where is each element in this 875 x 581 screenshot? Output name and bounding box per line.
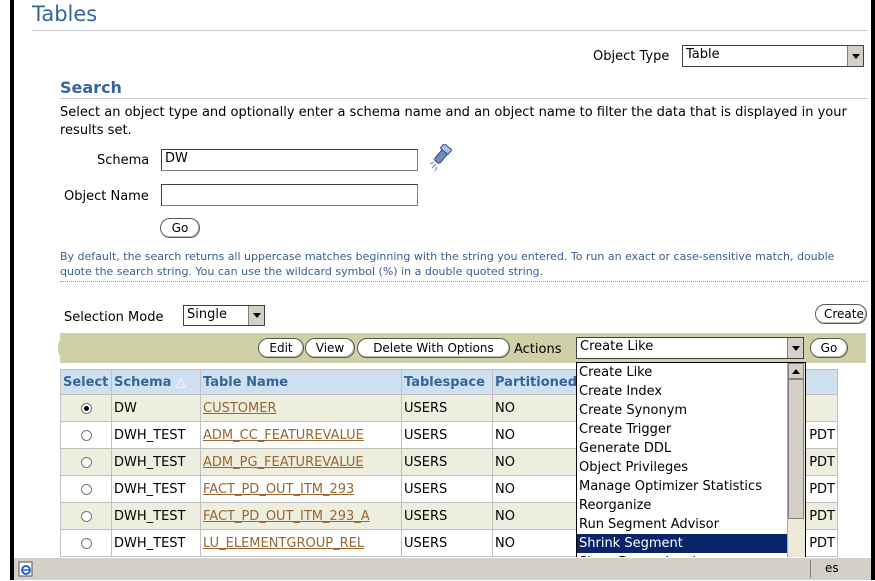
dropdown-option[interactable]: Manage Optimizer Statistics [577, 477, 787, 496]
object-type-select[interactable]: Table [682, 45, 864, 67]
dropdown-option[interactable]: Create Like [577, 363, 787, 382]
dropdown-option[interactable]: Generate DDL [577, 439, 787, 458]
schema-cell: DWH_TEST [111, 529, 201, 557]
object-name-input[interactable] [161, 184, 418, 206]
selection-mode-label: Selection Mode [64, 310, 164, 325]
header-tablespace[interactable]: Tablespace [401, 369, 493, 395]
actions-select-value: Create Like [580, 339, 654, 354]
object-type-label: Object Type [593, 49, 670, 64]
dropdown-option[interactable]: Create Index [577, 382, 787, 401]
table-name-link[interactable]: ADM_PG_FEATUREVALUE [203, 455, 364, 470]
window-left-border [10, 0, 14, 580]
dropdown-option[interactable]: Object Privileges [577, 458, 787, 477]
actions-dropdown-list: Create Like Create Index Create Synonym … [576, 362, 806, 576]
tablespace-cell: USERS [401, 475, 493, 503]
search-section-title: Search [60, 78, 122, 97]
dropdown-option[interactable]: Create Synonym [577, 401, 787, 420]
dropdown-option[interactable]: Create Trigger [577, 420, 787, 439]
edit-button[interactable]: Edit [258, 338, 304, 358]
row-radio[interactable] [80, 510, 92, 522]
row-radio[interactable] [80, 402, 92, 414]
header-schema[interactable]: Schema △ [111, 369, 201, 395]
tablespace-cell: USERS [401, 529, 493, 557]
search-description: Select an object type and optionally ent… [60, 105, 847, 138]
table-name-cell: FACT_PD_OUT_ITM_293 [200, 475, 402, 503]
table-name-cell: ADM_CC_FEATUREVALUE [200, 421, 402, 449]
scrollbar-thumb[interactable] [788, 379, 804, 519]
row-radio[interactable] [80, 483, 92, 495]
scroll-up-icon[interactable] [788, 363, 804, 379]
view-button[interactable]: View [305, 338, 355, 358]
actions-label: Actions [514, 342, 562, 357]
actions-select[interactable]: Create Like [576, 337, 804, 359]
window-right-border [871, 0, 875, 580]
selection-mode-select[interactable]: Single [183, 305, 265, 326]
schema-label: Schema [97, 153, 150, 168]
table-name-link[interactable]: FACT_PD_OUT_ITM_293_A [203, 509, 370, 524]
object-name-label: Object Name [64, 189, 149, 204]
actions-go-button[interactable]: Go [810, 338, 848, 358]
select-cell [60, 448, 112, 476]
search-divider [60, 98, 868, 99]
dropdown-option[interactable]: Run Segment Advisor [577, 515, 787, 534]
schema-cell: DWH_TEST [111, 421, 201, 449]
select-cell [60, 502, 112, 530]
schema-cell: DWH_TEST [111, 475, 201, 503]
select-cell [60, 394, 112, 422]
schema-input[interactable]: DW [161, 149, 418, 171]
object-type-value: Table [686, 47, 720, 62]
chevron-down-icon[interactable] [847, 46, 863, 66]
schema-cell: DW [111, 394, 201, 422]
table-name-cell: CUSTOMER [200, 394, 402, 422]
browser-status-bar: es [14, 557, 871, 580]
select-cell [60, 529, 112, 557]
table-name-cell: ADM_PG_FEATUREVALUE [200, 448, 402, 476]
header-select: Select [60, 369, 112, 395]
page-title: Tables [32, 2, 98, 26]
tablespace-cell: USERS [401, 421, 493, 449]
title-divider [32, 30, 868, 31]
dropdown-option[interactable]: Reorganize [577, 496, 787, 515]
statusbar-divider [810, 560, 811, 578]
selection-mode-value: Single [187, 307, 227, 322]
dropdown-option-highlighted[interactable]: Shrink Segment [577, 534, 787, 553]
search-go-button[interactable]: Go [160, 218, 200, 238]
header-table-name[interactable]: Table Name [200, 369, 402, 395]
row-radio[interactable] [80, 456, 92, 468]
create-button[interactable]: Create [815, 304, 867, 324]
table-name-cell: FACT_PD_OUT_ITM_293_A [200, 502, 402, 530]
sort-ascending-icon: △ [171, 374, 186, 390]
table-name-cell: LU_ELEMENTGROUP_REL [200, 529, 402, 557]
table-name-link[interactable]: CUSTOMER [203, 401, 276, 416]
table-name-link[interactable]: FACT_PD_OUT_ITM_293 [203, 482, 354, 497]
select-cell [60, 421, 112, 449]
ie-page-icon [18, 561, 34, 577]
delete-with-options-button[interactable]: Delete With Options [357, 338, 510, 358]
row-radio[interactable] [80, 429, 92, 441]
schema-cell: DWH_TEST [111, 502, 201, 530]
table-name-link[interactable]: LU_ELEMENTGROUP_REL [203, 536, 364, 551]
chevron-down-icon[interactable] [787, 338, 803, 358]
dotted-divider [60, 281, 868, 282]
chevron-down-icon[interactable] [248, 306, 264, 325]
row-radio[interactable] [80, 537, 92, 549]
table-name-link[interactable]: ADM_CC_FEATUREVALUE [203, 428, 364, 443]
tablespace-cell: USERS [401, 502, 493, 530]
tablespace-cell: USERS [401, 448, 493, 476]
tablespace-cell: USERS [401, 394, 493, 422]
select-cell [60, 475, 112, 503]
dropdown-scrollbar[interactable] [787, 363, 805, 575]
search-hint: By default, the search returns all upper… [60, 250, 835, 278]
schema-cell: DWH_TEST [111, 448, 201, 476]
statusbar-zone-text: es [825, 561, 839, 575]
flashlight-search-icon[interactable] [428, 143, 458, 174]
